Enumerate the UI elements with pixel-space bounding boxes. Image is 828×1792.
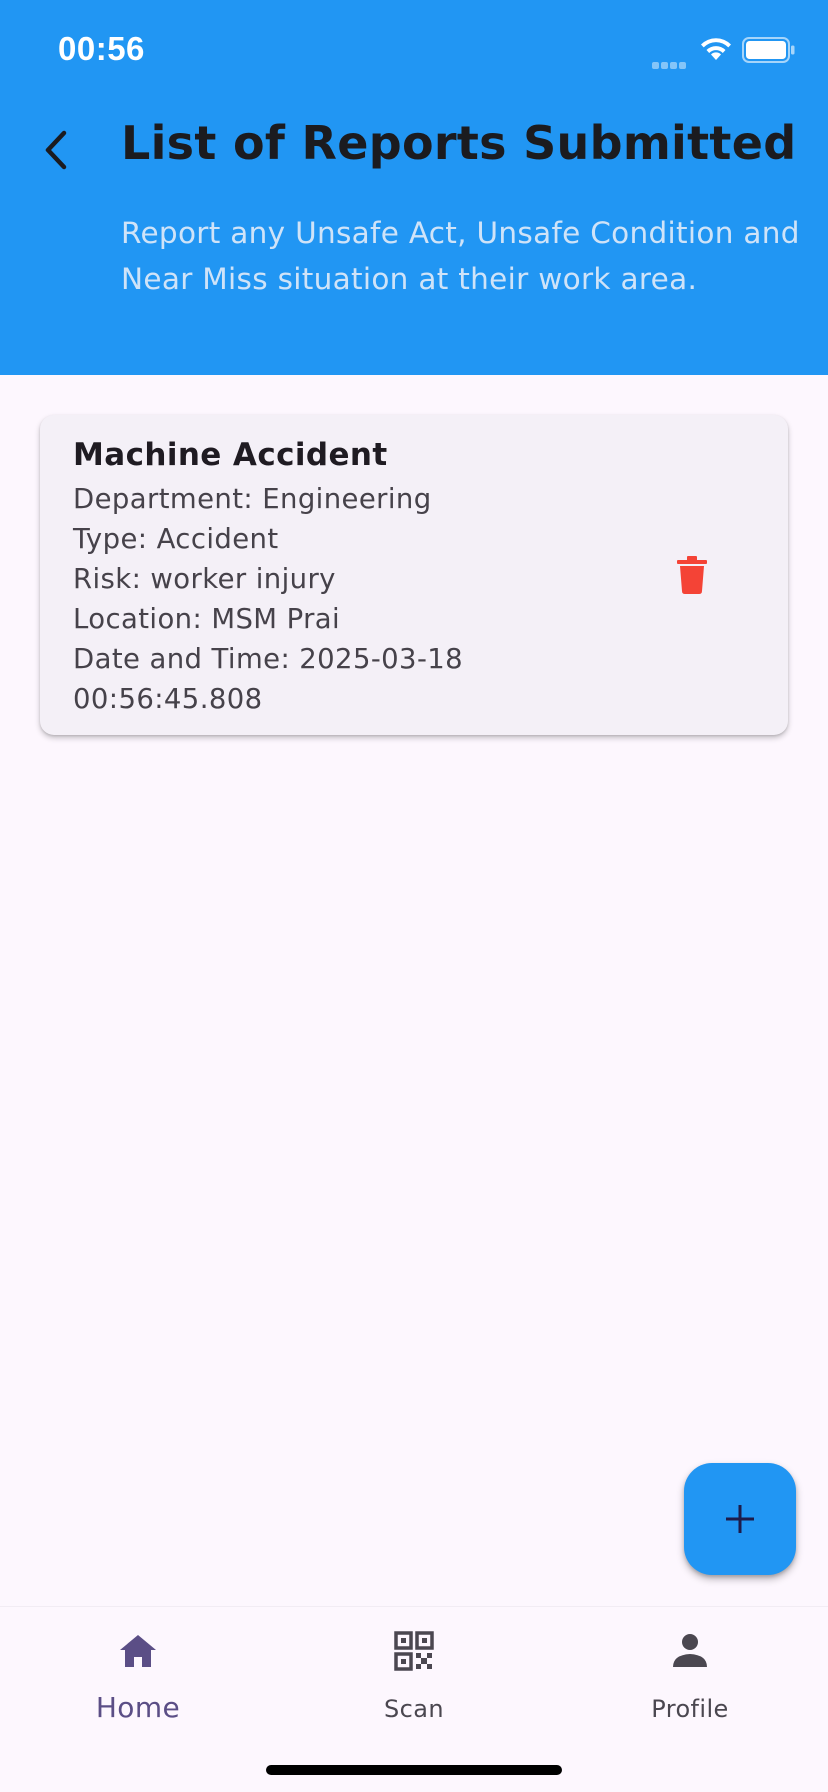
report-card[interactable]: Machine Accident Department: Engineering… [40,415,788,735]
plus-icon [726,1505,754,1533]
report-type: Type: Accident [73,523,279,555]
cellular-signal-icon [652,54,690,69]
person-icon [673,1634,707,1667]
wifi-icon [701,38,731,60]
nav-label-scan: Scan [384,1695,444,1723]
page-title: List of Reports Submitted [121,116,797,170]
add-report-button[interactable] [684,1463,796,1575]
report-title: Machine Accident [73,437,388,473]
home-icon [120,1635,156,1667]
screen: 00:56 List of Reports Submitted Report a… [0,0,828,1792]
report-location: Location: MSM Prai [73,603,341,635]
nav-label-profile: Profile [651,1695,729,1723]
nav-item-scan[interactable]: Scan [276,1607,552,1727]
status-time: 00:56 [58,30,145,67]
report-datetime-time: 00:56:45.808 [73,683,263,715]
trash-icon [677,556,707,594]
qr-code-icon [394,1631,434,1671]
app-header: 00:56 List of Reports Submitted Report a… [0,0,828,375]
battery-icon [742,37,795,63]
chevron-left-icon [45,130,67,170]
home-indicator[interactable] [266,1765,562,1775]
page-subtitle: Report any Unsafe Act, Unsafe Condition … [121,216,800,296]
report-risk: Risk: worker injury [73,563,336,595]
nav-item-profile[interactable]: Profile [552,1607,828,1727]
report-department: Department: Engineering [73,483,432,515]
back-button[interactable] [32,120,82,180]
report-datetime: Date and Time: 2025-03-18 [73,643,464,675]
nav-item-home[interactable]: Home [0,1607,276,1727]
delete-report-button[interactable] [662,545,722,605]
nav-label-home: Home [95,1691,181,1724]
